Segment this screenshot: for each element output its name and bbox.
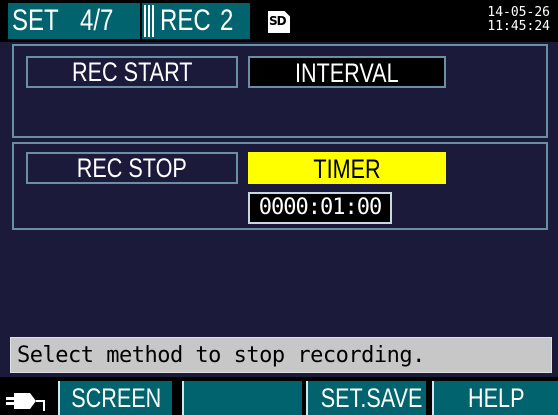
tab-set-label: SET (12, 4, 59, 37)
help-message: Select method to stop recording. (17, 343, 425, 368)
screen-key-label: SCREEN (71, 383, 162, 413)
tab-rec[interactable]: REC 2 (142, 3, 250, 39)
rec-stop-method-select[interactable]: TIMER (248, 152, 446, 184)
sd-card-label: SD (269, 14, 287, 28)
rec-start-method-select[interactable]: INTERVAL (248, 56, 446, 88)
tab-set-page-indicator: 4/7 (80, 4, 114, 37)
rec-stop-method-value: TIMER (313, 154, 381, 184)
help-key-label: HELP (467, 383, 525, 413)
tab-marker-icon (144, 5, 156, 37)
function-key-bar: SCREEN SET.SAVE HELP (0, 377, 558, 415)
blank-key[interactable] (182, 381, 302, 415)
clock-time: 11:45:24 (487, 19, 550, 34)
tab-rec-number: 2 (220, 4, 234, 37)
rec-stop-label-text: REC STOP (76, 153, 188, 183)
set-save-key-label: SET.SAVE (320, 383, 423, 413)
screen-key[interactable]: SCREEN (58, 381, 172, 415)
rec-stop-label: REC STOP (26, 152, 238, 184)
tab-set[interactable]: SET 4/7 (8, 3, 140, 39)
rec-start-label: REC START (26, 56, 238, 88)
rec-start-panel: REC START INTERVAL (12, 44, 548, 138)
sd-card-icon: SD (268, 11, 290, 33)
rec-start-method-value: INTERVAL (295, 58, 399, 88)
tab-rec-label: REC (160, 4, 211, 37)
rec-stop-panel: REC STOP TIMER 0000:01:00 (12, 142, 548, 230)
set-save-key[interactable]: SET.SAVE (306, 381, 426, 415)
help-key[interactable]: HELP (432, 381, 558, 415)
status-bar: SET 4/7 REC 2 SD 14-05-26 11:45:24 (0, 0, 558, 42)
power-plug-icon (6, 393, 45, 411)
status-area: SD 14-05-26 11:45:24 (254, 3, 554, 39)
clock-date: 14-05-26 (487, 5, 550, 20)
help-message-bar: Select method to stop recording. (10, 337, 552, 373)
rec-start-label-text: REC START (71, 57, 193, 87)
timer-duration-field[interactable]: 0000:01:00 (248, 192, 392, 224)
